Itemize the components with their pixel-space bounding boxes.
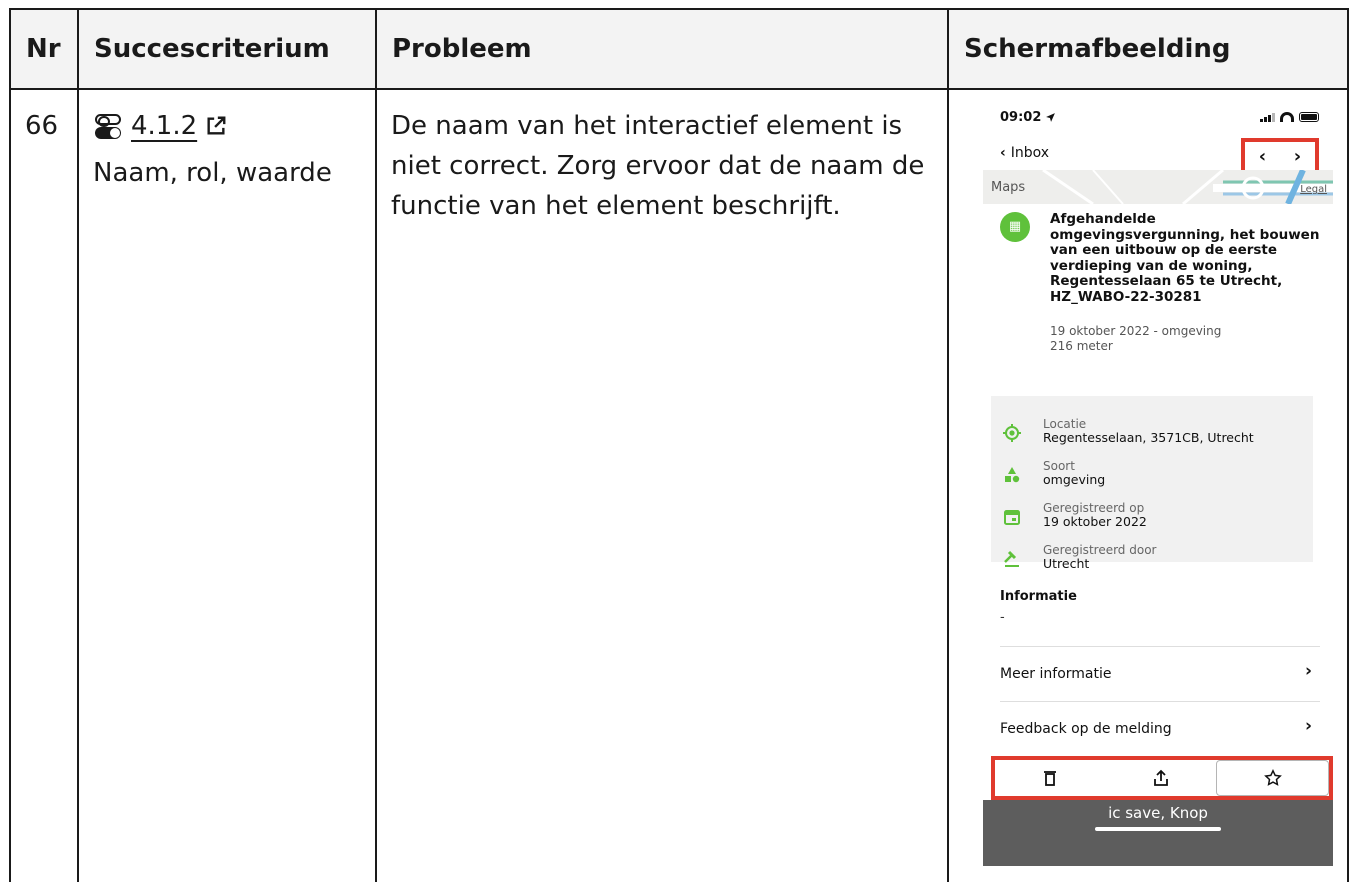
detail-value: 19 oktober 2022 [1043,514,1147,529]
info-section: Informatie - [1000,589,1320,626]
chevron-right-icon: › [1304,661,1312,681]
cell-succescriterium: 4.1.2 Naam, rol, waarde [77,88,377,882]
notice-distance: 216 meter [1050,339,1113,353]
chevron-right-icon: › [1304,716,1312,736]
status-bar: 09:02 [983,106,1333,132]
maps-label: Maps [991,180,1026,195]
header-nr: Nr [9,8,79,90]
save-button[interactable] [1216,760,1330,796]
location-arrow-icon [1046,113,1055,122]
notice-meta: 19 oktober 2022 - omgeving 216 meter [1050,324,1221,354]
table-row: 66 4.1.2 Naam, rol, waarde De naam van h… [9,88,1349,882]
gavel-icon [1004,550,1019,567]
back-label: Inbox [1010,145,1050,161]
battery-icon [1299,112,1319,122]
detail-value: Utrecht [1043,556,1090,571]
details-card: Locatie Regentesselaan, 3571CB, Utrecht … [991,396,1313,571]
link-row-meer-informatie[interactable]: Meer informatie › [1000,646,1320,701]
link-row-feedback[interactable]: Feedback op de melding › [1000,701,1320,756]
detail-row-soort: Soort omgeving [991,458,1313,498]
info-value: - [1000,610,1005,625]
voiceover-caption: ic save, Knop [983,800,1333,866]
cell-nr: 66 [9,88,79,882]
detail-row-locatie: Locatie Regentesselaan, 3571CB, Utrecht [991,416,1313,456]
detail-row-geregistreerd-op: Geregistreerd op 19 oktober 2022 [991,500,1313,540]
signal-icon [1260,112,1275,122]
notice-title: Afgehandelde omgevingsvergunning, het bo… [1050,211,1320,305]
toggle-icon [93,111,123,141]
status-time: 09:02 [1000,110,1042,125]
delete-button[interactable] [995,760,1106,796]
link-label: Feedback op de melding [1000,721,1172,737]
header-probleem: Probleem [375,8,949,90]
trash-icon [1044,771,1057,786]
map-roads [1042,170,1333,204]
header-schermafbeelding: Schermafbeelding [947,8,1349,90]
audit-table: Nr Succescriterium Probleem Schermafbeel… [9,8,1349,882]
info-heading: Informatie [1000,589,1077,604]
location-target-icon [1003,424,1021,442]
notice-date: 19 oktober 2022 - omgeving [1050,324,1222,338]
map-view[interactable]: Maps Legal [983,170,1333,204]
table-header-row: Nr Succescriterium Probleem Schermafbeel… [9,8,1349,90]
shapes-icon [1005,467,1020,483]
link-label: Meer informatie [1000,666,1112,682]
back-button[interactable]: ‹ Inbox [1000,145,1049,161]
criterion-link[interactable]: 4.1.2 [93,106,227,146]
detail-value: Regentesselaan, 3571CB, Utrecht [1043,430,1254,445]
cell-probleem: De naam van het interactief element is n… [375,88,949,882]
previous-button[interactable]: ‹ [1259,148,1266,166]
cell-schermafbeelding: 09:02 ‹ Inbox ‹ › Maps Legal ▦ Afgehande… [947,88,1349,882]
detail-value: omgeving [1043,472,1106,487]
detail-row-geregistreerd-door: Geregistreerd door Utrecht [991,542,1313,582]
next-button[interactable]: › [1294,148,1301,166]
home-indicator [1095,827,1221,831]
legal-link[interactable]: Legal [1300,182,1327,198]
nav-bar: ‹ Inbox ‹ › [983,136,1333,176]
calendar-icon [1004,510,1020,525]
chevron-left-icon: ‹ [1000,145,1006,161]
star-icon [1263,769,1282,786]
building-icon: ▦ [1000,212,1030,242]
external-link-icon [207,116,226,135]
criterion-number: 4.1.2 [131,111,198,141]
voiceover-text: ic save, Knop [1108,804,1208,822]
phone-screenshot: 09:02 ‹ Inbox ‹ › Maps Legal ▦ Afgehande… [983,106,1333,866]
share-icon [1154,769,1168,786]
criterion-name: Naam, rol, waarde [93,158,332,188]
header-succescriterium: Succescriterium [77,8,377,90]
share-button[interactable] [1106,760,1217,796]
bottom-toolbar-highlight [991,756,1333,800]
wifi-icon [1280,112,1294,122]
